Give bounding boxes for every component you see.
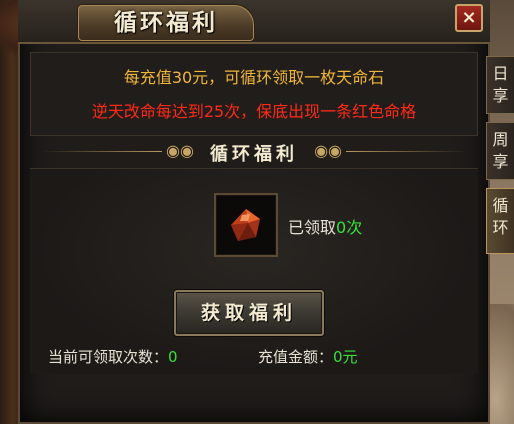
recharge-rule-text: 每充值30元，可循环领取一枚天命石 xyxy=(123,68,385,87)
recharge-amount-label: 充值金额： xyxy=(258,348,334,366)
guarantee-rule-text: 逆天改命每达到25次，保底出现一条红色命格 xyxy=(91,102,417,121)
reward-item-slot[interactable] xyxy=(214,193,278,257)
window-title: 循环福利 xyxy=(114,9,218,36)
claimed-count-value: 0次 xyxy=(336,218,363,237)
close-button[interactable]: × xyxy=(455,4,483,32)
recharge-amount-row: 充值金额：0元 xyxy=(258,346,358,367)
claim-welfare-button[interactable]: 获取福利 xyxy=(174,290,324,336)
claimable-times-label: 当前可领取次数： xyxy=(48,348,169,366)
section-header: ◉◉ ◉◉ 循环福利 xyxy=(30,138,478,166)
section-title: 循环福利 xyxy=(210,144,298,165)
recharge-amount-value: 0元 xyxy=(333,348,358,366)
claimed-count-text: 已领取0次 xyxy=(288,214,362,238)
claimable-times-value: 0 xyxy=(168,348,178,366)
claimable-times-row: 当前可领取次数：0 xyxy=(48,346,178,367)
claimed-prefix: 已领取 xyxy=(288,218,337,237)
tab-weekly[interactable]: 周享 xyxy=(486,122,514,180)
red-gem-icon xyxy=(231,209,260,241)
tab-cycle[interactable]: 循环 xyxy=(486,188,514,254)
tab-daily[interactable]: 日享 xyxy=(486,56,514,114)
